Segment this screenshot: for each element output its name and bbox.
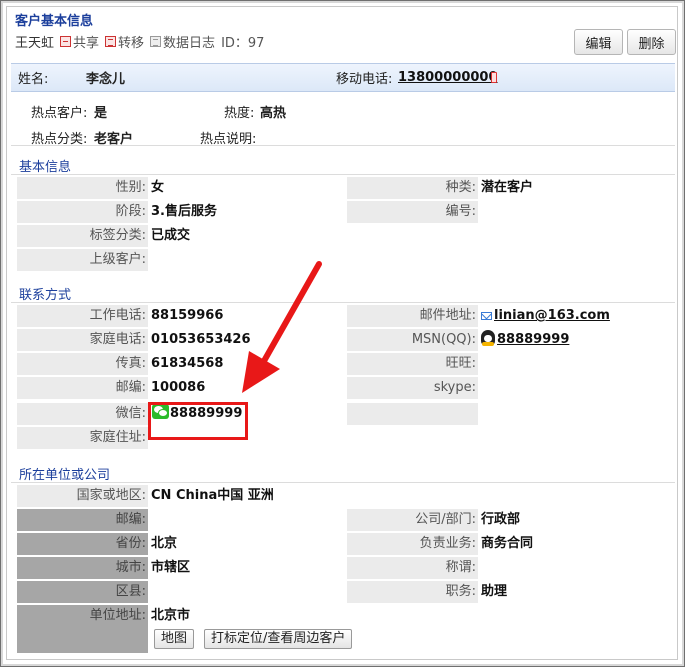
department-value: 行政部	[481, 512, 521, 527]
home-phone-value: 01053653426	[151, 332, 251, 347]
home-phone-label: 家庭电话:	[17, 329, 148, 351]
hot-customer-label: 热点客户:	[31, 106, 88, 121]
page-title: 客户基本信息	[15, 14, 94, 29]
log-icon	[150, 36, 162, 47]
stage-value: 3.售后服务	[151, 204, 217, 219]
country-label: 国家或地区:	[17, 485, 148, 507]
department-label: 公司/部门:	[347, 509, 478, 531]
mobile-phone-icon[interactable]	[491, 72, 497, 83]
wechat-label: 微信:	[17, 403, 148, 425]
data-log-label: 数据日志	[163, 36, 216, 51]
city-value: 市辖区	[151, 560, 191, 575]
wangwang-label: 旺旺:	[347, 353, 478, 375]
msn-qq-label: MSN(QQ):	[347, 329, 478, 351]
company-zip-label: 邮编:	[17, 509, 148, 531]
share-icon	[60, 36, 72, 47]
email-label: 邮件地址:	[347, 305, 478, 327]
tag-value: 已成交	[151, 228, 191, 243]
edit-button[interactable]: 编辑	[574, 29, 623, 55]
locate-nearby-button[interactable]: 打标定位/查看周边客户	[204, 629, 353, 649]
contact-zip-label: 邮编:	[17, 377, 148, 399]
qq-icon[interactable]	[481, 329, 495, 346]
fax-label: 传真:	[17, 353, 148, 375]
section-company-title: 所在单位或公司	[19, 468, 111, 483]
msn-qq-cell: 88889999	[481, 329, 569, 351]
company-address-label: 单位地址:	[17, 605, 148, 653]
hot-note-label: 热点说明:	[200, 132, 257, 147]
email-value[interactable]: linian@163.com	[494, 308, 610, 323]
work-phone-label: 工作电话:	[17, 305, 148, 327]
parent-customer-label: 上级客户:	[17, 249, 148, 271]
transfer-label: 转移	[118, 36, 145, 51]
province-value: 北京	[151, 536, 178, 551]
header-subline: 王天虹 共享 转移 数据日志 ID：97	[15, 32, 264, 51]
position-label: 职务:	[347, 581, 478, 603]
share-label: 共享	[73, 36, 100, 51]
heat-value: 高热	[260, 106, 287, 121]
owner-name: 王天虹	[15, 36, 55, 51]
type-value: 潜在客户	[481, 180, 534, 195]
map-button[interactable]: 地图	[154, 629, 195, 649]
stage-label: 阶段:	[17, 201, 148, 223]
heat-label: 热度:	[224, 106, 255, 121]
email-cell: linian@163.com	[481, 305, 610, 327]
name-value: 李念儿	[86, 72, 126, 87]
record-id: ID：97	[221, 36, 265, 51]
business-label: 负责业务:	[347, 533, 478, 555]
transfer-icon	[105, 36, 117, 47]
hot-info-block: 热点客户: 是 热度: 高热 热点分类: 老客户 热点说明:	[11, 92, 675, 147]
wechat-highlight-box	[148, 402, 248, 440]
city-label: 城市:	[17, 557, 148, 579]
data-log-link[interactable]: 数据日志	[150, 32, 215, 51]
section-basic-title: 基本信息	[19, 160, 72, 175]
gender-value: 女	[151, 180, 165, 195]
mobile-value[interactable]: 13800000000	[398, 70, 498, 85]
section-basic-divider	[11, 174, 675, 175]
customer-detail-panel: 客户基本信息 王天虹 共享 转移 数据日志 ID：97 编辑 删除 姓名: 李念…	[6, 6, 678, 660]
contact-zip-value: 100086	[151, 380, 206, 395]
salutation-label: 称谓:	[347, 557, 478, 579]
section-contact-title: 联系方式	[19, 288, 72, 303]
hot-category-value: 老客户	[94, 132, 134, 147]
tag-label: 标签分类:	[17, 225, 148, 247]
home-address-label: 家庭住址:	[17, 427, 148, 449]
district-label: 区县:	[17, 581, 148, 603]
mail-icon	[481, 311, 492, 320]
position-value: 助理	[481, 584, 508, 599]
skype-label: skype:	[347, 377, 478, 399]
hot-customer-value: 是	[94, 106, 108, 121]
type-label: 种类:	[347, 177, 478, 199]
transfer-link[interactable]: 转移	[105, 32, 144, 51]
mobile-label: 移动电话:	[336, 72, 393, 87]
gender-label: 性别:	[17, 177, 148, 199]
business-value: 商务合同	[481, 536, 534, 551]
country-value: CN China中国 亚洲	[151, 488, 274, 503]
share-link[interactable]: 共享	[60, 32, 99, 51]
section-company-divider	[11, 482, 675, 483]
number-label: 编号:	[347, 201, 478, 223]
company-address-value: 北京市	[151, 608, 191, 623]
name-label: 姓名:	[18, 72, 49, 87]
delete-button[interactable]: 删除	[627, 29, 676, 55]
section-contact-divider	[11, 302, 675, 303]
wechat-right-empty	[347, 403, 478, 425]
name-bar: 姓名: 李念儿 移动电话: 13800000000	[11, 63, 675, 92]
hot-category-label: 热点分类:	[31, 132, 88, 147]
msn-qq-value[interactable]: 88889999	[497, 332, 569, 347]
work-phone-value: 88159966	[151, 308, 224, 323]
province-label: 省份:	[17, 533, 148, 555]
fax-value: 61834568	[151, 356, 224, 371]
